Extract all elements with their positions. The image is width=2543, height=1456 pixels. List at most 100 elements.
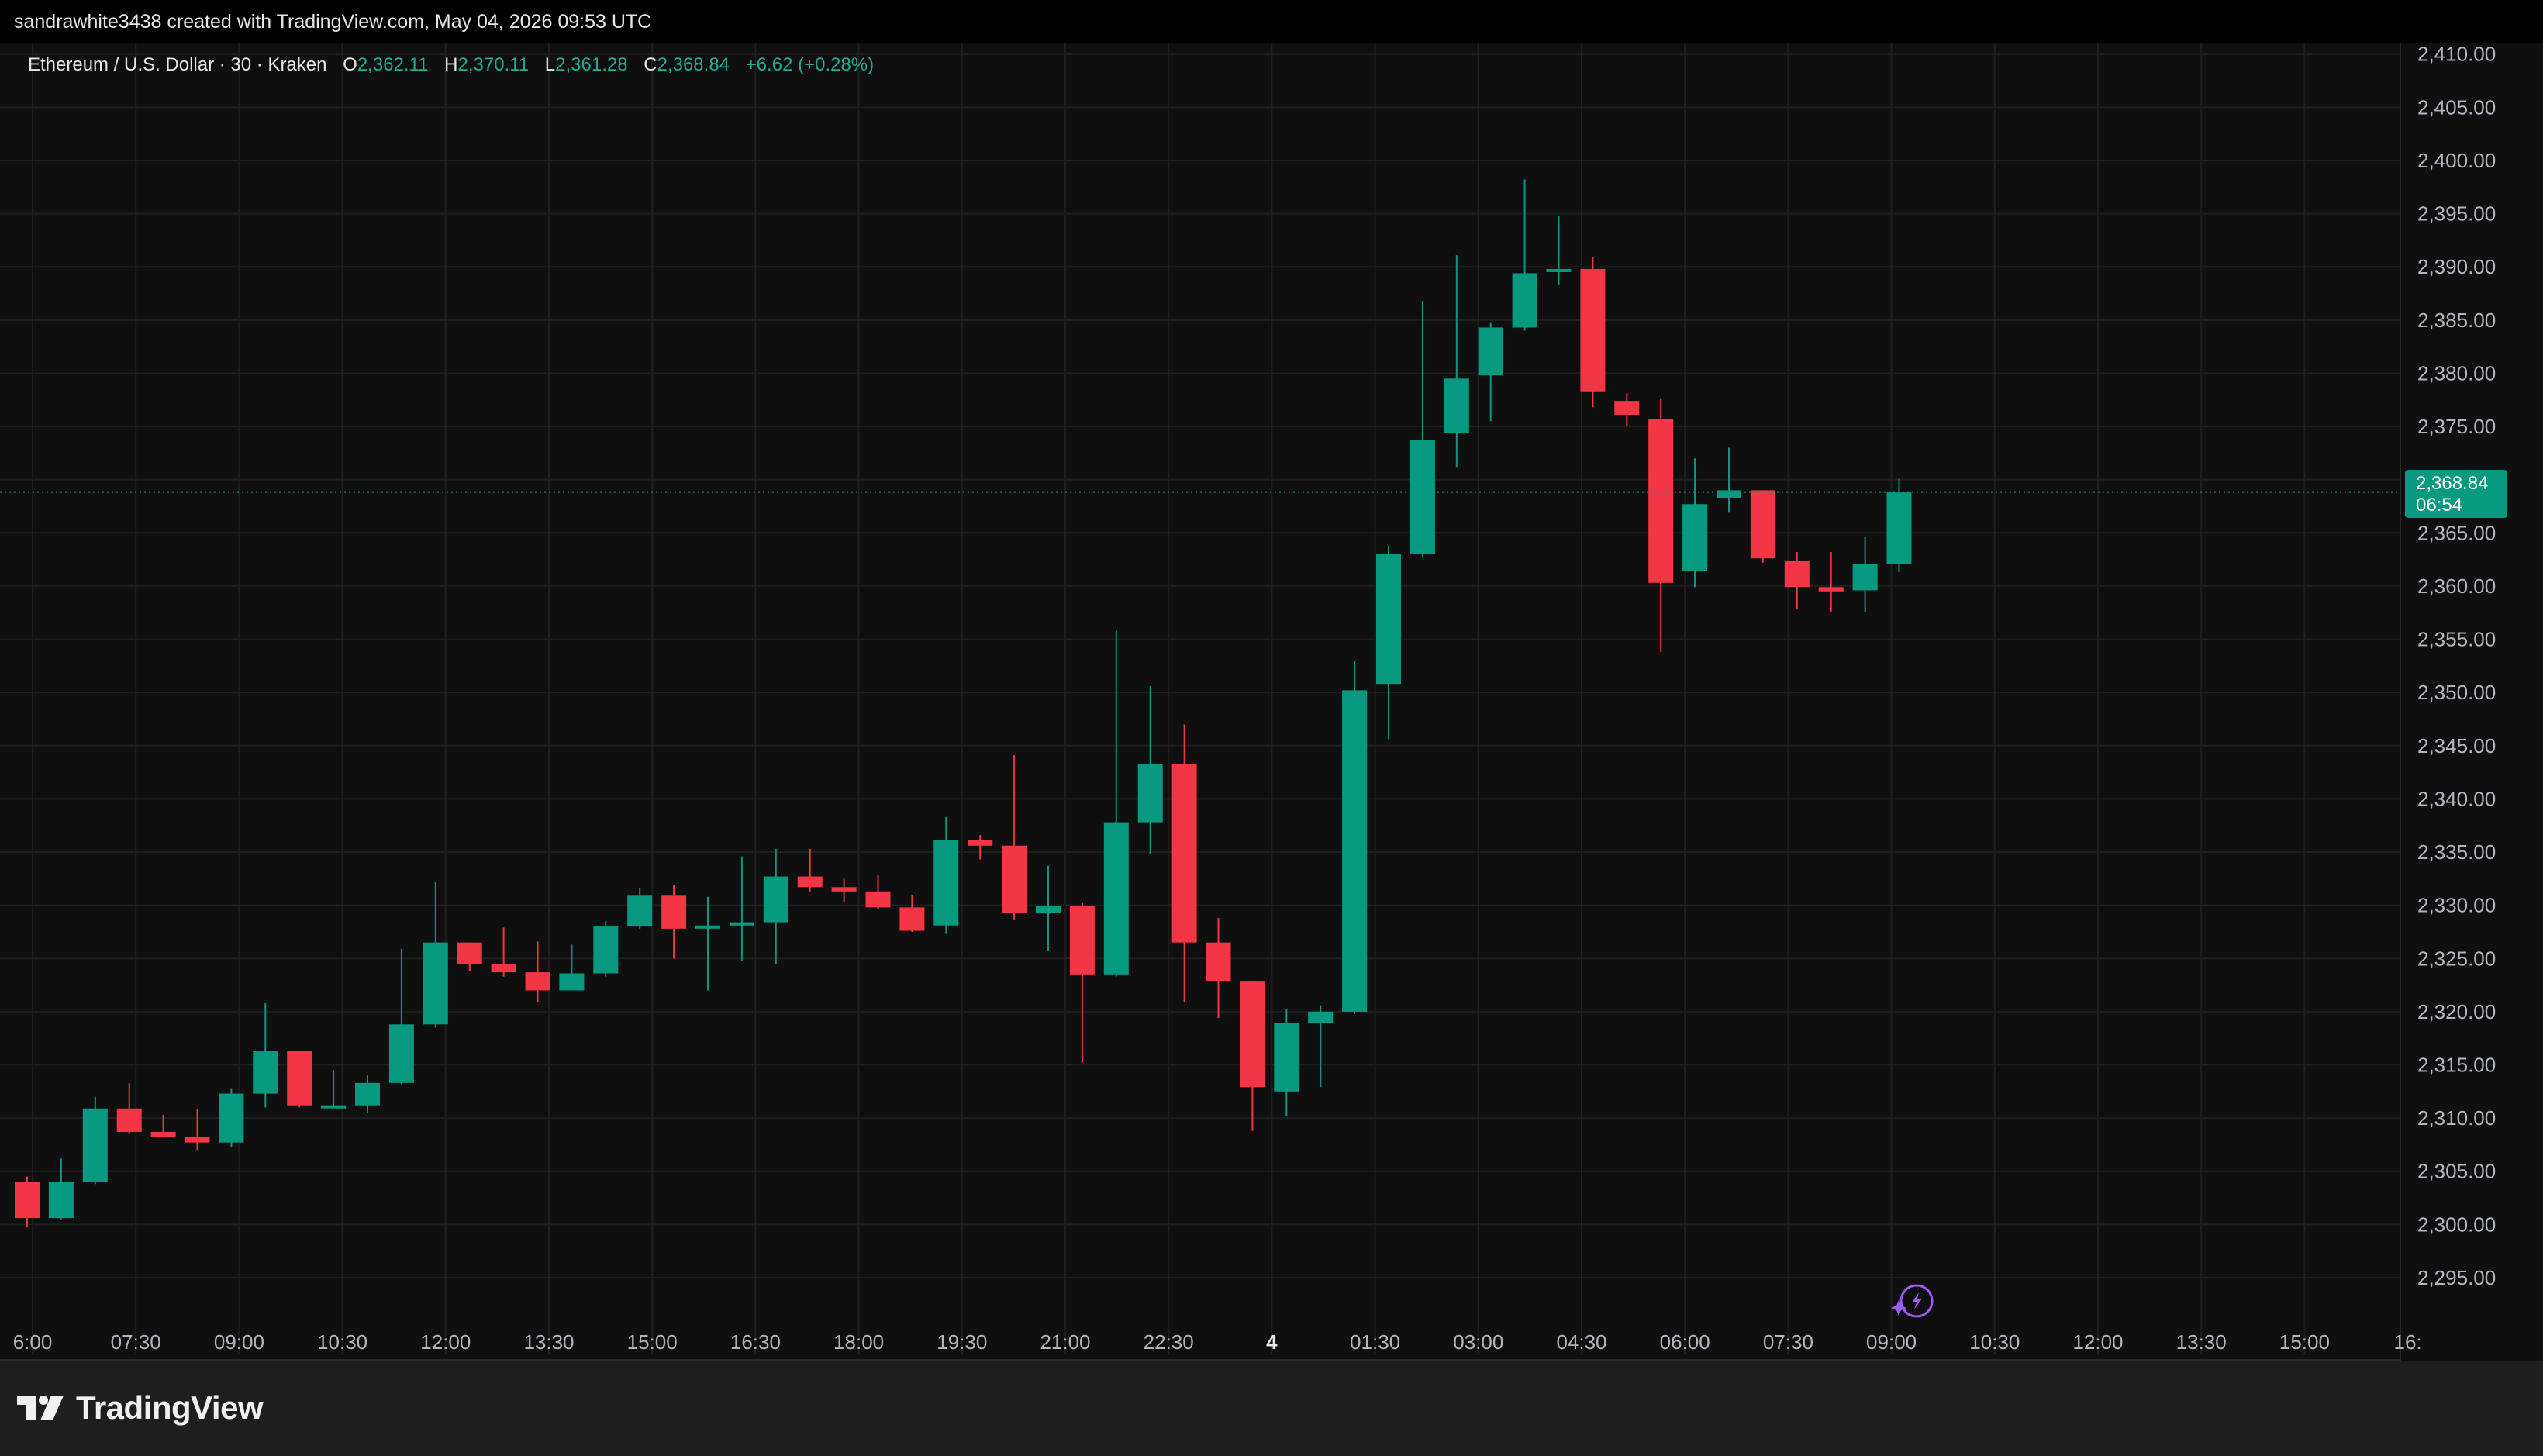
x-tick-label: 15:00 (2279, 1330, 2330, 1354)
candle-body (695, 925, 720, 929)
candle-body (48, 1182, 74, 1219)
candle-body (185, 1137, 210, 1143)
y-tick-label: 2,345.00 (2417, 734, 2496, 757)
candle-body (1206, 942, 1231, 982)
bullish-candle (1342, 660, 1368, 1014)
legend-close-label: C (644, 54, 657, 75)
candle-body (1103, 822, 1129, 975)
y-tick-label: 2,400.00 (2417, 149, 2496, 172)
y-tick-label: 2,360.00 (2417, 574, 2496, 598)
candle-body (763, 876, 788, 923)
candle-body (253, 1051, 278, 1094)
y-tick-label: 2,305.00 (2417, 1160, 2496, 1183)
tradingview-logo-icon (17, 1396, 64, 1420)
symbol-legend: Ethereum / U.S. Dollar · 30 · Kraken O2,… (28, 54, 885, 76)
candle-body (1444, 378, 1469, 433)
grid-lines (0, 43, 2543, 1361)
x-tick-label: 22:30 (1144, 1330, 1194, 1354)
candle-body (1274, 1023, 1299, 1092)
candle-body (219, 1093, 244, 1143)
legend-change: +6.62 (+0.28%) (745, 54, 875, 75)
candle-body (899, 907, 925, 931)
x-tick-label: 18:00 (833, 1330, 884, 1354)
top-bar: sandrawhite3438 created with TradingView… (0, 0, 2543, 43)
x-tick-label: 16:30 (730, 1330, 781, 1354)
candle-body (1886, 492, 1912, 564)
candle-body (1171, 764, 1197, 943)
candle-body (559, 973, 585, 991)
candlestick-chart[interactable]: 2,410.00 2,405.00 2,400.00 2,395.00 2,390.00… (0, 43, 2543, 1361)
candle-body (1784, 560, 1810, 588)
x-tick-label: 03:00 (1453, 1330, 1503, 1354)
y-tick-label: 2,335.00 (2417, 840, 2496, 864)
x-tick-label: 13:30 (2176, 1330, 2227, 1354)
y-tick-label: 2,315.00 (2417, 1053, 2496, 1076)
candle-body (1478, 327, 1503, 376)
y-tick-label: 2,310.00 (2417, 1106, 2496, 1130)
candle-body (1852, 564, 1878, 591)
candle-body (82, 1108, 108, 1182)
y-tick-label: 2,380.00 (2417, 361, 2496, 385)
y-tick-label: 2,330.00 (2417, 894, 2496, 917)
candle-body (1750, 490, 1775, 559)
candle-body (831, 887, 857, 892)
legend-open-label: O (343, 54, 357, 75)
candle-body (150, 1131, 176, 1137)
y-tick-label: 2,385.00 (2417, 309, 2496, 332)
x-tick-label: 10:30 (317, 1330, 367, 1354)
legend-symbol[interactable]: Ethereum / U.S. Dollar · 30 · Kraken (28, 54, 326, 75)
brand-text: TradingView (76, 1389, 264, 1426)
candle-body (1580, 268, 1606, 392)
candle-body (1342, 690, 1368, 1012)
candle-body (1410, 440, 1435, 554)
legend-low: 2,361.28 (555, 54, 628, 75)
y-tick-label: 2,410.00 (2417, 43, 2496, 66)
y-tick-label: 2,325.00 (2417, 947, 2496, 970)
legend-open: 2,362.11 (357, 54, 429, 75)
candle-body (15, 1182, 40, 1219)
chart-area[interactable]: 2,410.00 2,405.00 2,400.00 2,395.00 2,390.00… (0, 43, 2543, 1361)
last-price-value: 2,368.84 (2416, 473, 2489, 494)
y-tick-label: 2,320.00 (2417, 1000, 2496, 1023)
last-price-tag: 2,368.84 06:54 (2405, 470, 2507, 518)
legend-high-label: H (444, 54, 458, 75)
bearish-candle (287, 1051, 312, 1108)
footer-bar (0, 1361, 2543, 1456)
x-tick-label: 4 (1266, 1330, 1278, 1354)
candle-body (968, 840, 993, 846)
x-tick-label: 13:30 (523, 1330, 574, 1354)
candle-body (457, 942, 482, 964)
candle-body (116, 1108, 142, 1132)
candle-body (729, 922, 754, 926)
x-tick-label: 04:30 (1556, 1330, 1606, 1354)
candle-body (627, 895, 653, 927)
candle-body (321, 1105, 347, 1109)
candle-body (1818, 587, 1844, 592)
candle-body (865, 891, 891, 908)
x-tick-label: 07:30 (111, 1330, 161, 1354)
candle-body (933, 840, 959, 926)
candle-body (1614, 401, 1640, 415)
candle-body (1546, 268, 1572, 272)
bearish-candle (1750, 490, 1775, 563)
y-tick-label: 2,300.00 (2417, 1213, 2496, 1236)
candle-body (593, 926, 619, 974)
candle-body (1308, 1011, 1334, 1023)
bullish-candle (593, 921, 619, 977)
tradingview-logo[interactable]: TradingView (17, 1385, 264, 1431)
x-tick-label: 16: (2394, 1330, 2422, 1354)
bullish-candle (219, 1088, 244, 1147)
candle-body (1137, 764, 1163, 823)
y-tick-label: 2,340.00 (2417, 787, 2496, 810)
candle-body (423, 942, 448, 1025)
x-tick-label: 6:00 (13, 1330, 53, 1354)
y-tick-label: 2,355.00 (2417, 628, 2496, 651)
credit-text: sandrawhite3438 created with TradingView… (14, 11, 652, 33)
x-tick-label: 12:00 (420, 1330, 471, 1354)
x-tick-label: 12:00 (2072, 1330, 2123, 1354)
candle-body (661, 895, 687, 929)
x-tick-label: 19:30 (937, 1330, 987, 1354)
legend-high: 2,370.11 (457, 54, 530, 75)
candle-body (1036, 906, 1061, 913)
y-tick-label: 2,295.00 (2417, 1266, 2496, 1289)
